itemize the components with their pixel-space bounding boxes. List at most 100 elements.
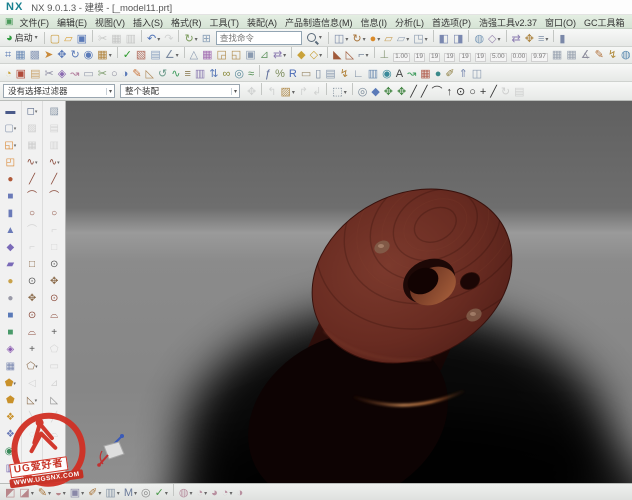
pad-feature-icon[interactable]: ▰ xyxy=(6,256,14,273)
pattern-component-icon[interactable]: ≡ ▾ xyxy=(536,32,550,47)
datum-plane-icon[interactable]: ⌗ xyxy=(3,48,13,63)
wireframe-style-icon[interactable]: ◇ ▾ xyxy=(486,32,502,47)
role-model-icon[interactable]: ◪ ▾ xyxy=(17,486,35,500)
unite-boolean-icon[interactable]: ◆ xyxy=(295,48,307,63)
role-panel-icon[interactable]: ▥ ▾ xyxy=(103,486,121,500)
expression-icon[interactable]: ƒ xyxy=(263,67,273,82)
menu-item-5[interactable]: 工具(T) xyxy=(206,18,244,28)
quadrant-tool-icon[interactable]: ◑ xyxy=(120,67,131,82)
select-region-icon[interactable]: ▨ ▾ xyxy=(278,85,296,100)
blue-cube-icon[interactable]: ■ xyxy=(7,307,13,324)
circle-tool-icon[interactable]: ○ xyxy=(109,67,120,82)
move-component-icon[interactable]: ✥ xyxy=(523,32,536,47)
trim-body-icon[interactable]: ⌐ ▾ xyxy=(356,48,370,63)
list-tool-icon[interactable]: ≡ xyxy=(182,67,192,82)
teal-ball-icon[interactable]: ● xyxy=(433,67,444,82)
material-sphere-icon[interactable]: ● ▾ xyxy=(368,32,383,47)
edge-blend-icon[interactable]: ◣ xyxy=(331,48,343,63)
menu-item-7[interactable]: 产品制造信息(M) xyxy=(281,18,357,28)
arc-curve-icon[interactable]: ⌒ xyxy=(27,188,37,205)
material-3-icon[interactable]: ◕ xyxy=(209,486,220,500)
window-layout-icon[interactable]: ◫ ▾ xyxy=(332,32,350,47)
snap-endpoint-icon[interactable]: ╱ xyxy=(408,85,419,100)
role-pencil-icon[interactable]: ✎ ▾ xyxy=(36,486,53,500)
line-b-icon[interactable]: ╱ xyxy=(51,171,57,188)
line-curve-icon[interactable]: ╱ xyxy=(29,171,35,188)
search-input[interactable] xyxy=(215,30,302,45)
stacked-cubes-icon[interactable]: ▦ xyxy=(6,358,15,375)
save-file-icon[interactable]: ▣ xyxy=(75,32,89,47)
menu-item-1[interactable]: 编辑(E) xyxy=(53,18,91,28)
boss-feature-icon[interactable]: ◆ xyxy=(6,239,14,256)
graphics-viewport[interactable] xyxy=(66,101,632,483)
orange-window-b-icon[interactable]: ◰ xyxy=(6,154,15,171)
tolerance-3-icon[interactable]: 19 xyxy=(427,50,442,63)
material-5-icon[interactable]: ◑ xyxy=(234,486,245,500)
tolerance-5-icon[interactable]: 19 xyxy=(457,50,472,63)
solid-preselect-icon[interactable]: ◆ xyxy=(369,85,381,100)
lightning-tool-icon[interactable]: ↯ xyxy=(338,67,351,82)
shell-tool-icon[interactable]: ◎ xyxy=(232,67,246,82)
sort-tool-icon[interactable]: ⇅ xyxy=(207,67,220,82)
block-feature-icon[interactable]: ■ xyxy=(7,188,13,205)
book-pair-icon[interactable]: ▥ xyxy=(6,460,15,477)
chevron-down-icon[interactable]: ▾ xyxy=(319,34,322,41)
red-grid-icon[interactable]: ▦ xyxy=(418,67,432,82)
check-regions-icon[interactable]: ◱ xyxy=(229,48,243,63)
menu-item-8[interactable]: 信息(I) xyxy=(357,18,392,28)
orange-window-a-icon[interactable]: ◱ ▾ xyxy=(4,137,16,154)
gold-tree-a-icon[interactable]: ⬟ ▾ xyxy=(5,375,16,392)
green-wrap-icon[interactable]: ◉ ▾ xyxy=(5,443,16,460)
menu-item-13[interactable]: GC工具箱 xyxy=(580,18,629,28)
measure-angle-icon[interactable]: ∠ ▾ xyxy=(163,48,181,63)
layer-tool-icon[interactable]: ▤ xyxy=(323,67,337,82)
circle-b-icon[interactable]: ○ xyxy=(51,205,57,222)
menu-item-3[interactable]: 插入(S) xyxy=(129,18,167,28)
role-pen-icon[interactable]: ✐ ▾ xyxy=(86,486,103,500)
tolerance-8-icon[interactable]: 0.00 xyxy=(509,50,530,63)
show-hide-icon[interactable]: ▱ xyxy=(382,32,394,47)
tolerance-6-icon[interactable]: 19 xyxy=(473,50,488,63)
role-check-icon[interactable]: ✓ ▾ xyxy=(153,486,170,500)
cylinder-feature-icon[interactable]: ▮ xyxy=(8,205,14,222)
green-cube-icon[interactable]: ■ xyxy=(7,324,13,341)
save-layout-icon[interactable]: ▣ xyxy=(243,48,257,63)
extrude-icon[interactable]: ✥ xyxy=(55,48,68,63)
point-tool-icon[interactable]: ⊙ xyxy=(28,273,36,290)
golden-sphere-icon[interactable]: ● xyxy=(7,273,13,290)
percent-tool-icon[interactable]: % xyxy=(273,67,287,82)
tolerance-4-icon[interactable]: 19 xyxy=(442,50,457,63)
open-file-icon[interactable]: ▱ xyxy=(62,32,74,47)
menu-item-9[interactable]: 分析(L) xyxy=(391,18,428,28)
snap-circle-icon[interactable]: ○ xyxy=(467,85,478,100)
snap-enable-icon[interactable]: ✥ xyxy=(382,85,395,100)
angle-tool-icon[interactable]: ∡ xyxy=(579,48,593,63)
menu-item-6[interactable]: 装配(A) xyxy=(243,18,281,28)
gold-part-icon[interactable]: ◔ xyxy=(3,67,14,82)
requirement-r-icon[interactable]: R xyxy=(287,67,299,82)
globe-tool-icon[interactable]: ◉ xyxy=(380,67,394,82)
arc-seg-b-icon[interactable]: ⌓ xyxy=(50,307,58,324)
tolerance-1-icon[interactable]: 1.00 xyxy=(391,50,412,63)
direct-sketch-icon[interactable]: ➤ xyxy=(42,48,55,63)
triangle-b-icon[interactable]: ◺ xyxy=(50,392,58,409)
flatten-tool-icon[interactable]: ▭ xyxy=(81,67,95,82)
role-oval-icon[interactable]: ◒ ▾ xyxy=(53,486,68,500)
menu-item-11[interactable]: 浩强工具v2.37 xyxy=(475,18,541,28)
sketch-page-icon[interactable]: ▢ ▾ xyxy=(4,120,16,137)
tolerance-7-icon[interactable]: 5.00 xyxy=(488,50,509,63)
draft-angle-icon[interactable]: ◺ xyxy=(144,67,156,82)
display-mode-icon[interactable]: ◳ ▾ xyxy=(411,32,429,47)
role-box-icon[interactable]: ▣ ▾ xyxy=(68,486,86,500)
cone-feature-icon[interactable]: ▲ xyxy=(5,222,15,239)
rect-curve-icon[interactable]: □ xyxy=(29,256,35,273)
spoke-b-icon[interactable]: ✥ xyxy=(50,273,58,290)
role-sketch-icon[interactable]: ◩ xyxy=(3,486,17,500)
subtract-boolean-icon[interactable]: ◇ ▾ xyxy=(308,48,324,63)
command-finder-icon[interactable]: ⊞ xyxy=(200,32,213,47)
revolve-icon[interactable]: ↻ xyxy=(68,48,81,63)
material-2-icon[interactable]: ◔ ▾ xyxy=(194,486,209,500)
spiral-tool-icon[interactable]: ↺ xyxy=(156,67,169,82)
circle-point-icon[interactable]: ⊙ xyxy=(28,307,36,324)
pattern-feature-icon[interactable]: ▦ ▾ xyxy=(95,48,113,63)
